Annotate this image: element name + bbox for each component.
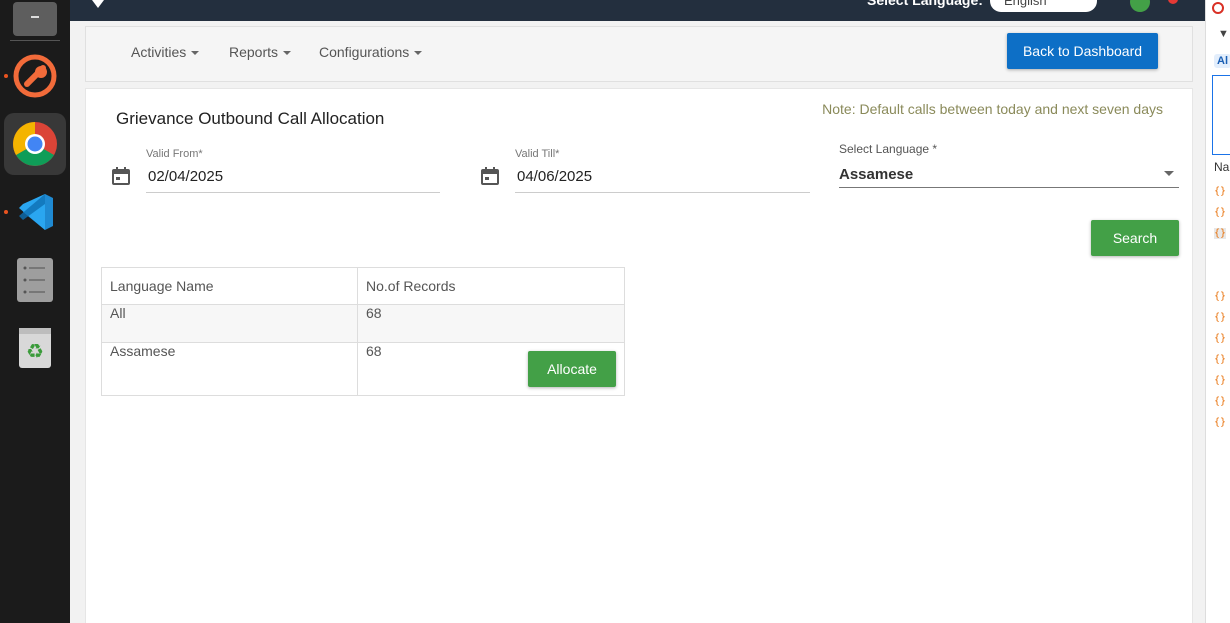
request-item-icon[interactable]: {} [1214,396,1226,407]
chrome-app-icon[interactable] [4,113,66,175]
allocation-card: Grievance Outbound Call Allocation Note:… [85,88,1193,623]
chevron-down-icon [283,51,292,56]
column-header-records: No.of Records [357,267,625,305]
language-select[interactable]: Assamese [839,166,913,183]
calendar-icon[interactable] [480,166,500,186]
table-row: Assamese 68 Allocate [101,342,625,396]
table-row: All 68 [101,304,625,343]
devtools-column-name: Na [1214,160,1230,174]
records-cell: 68 [357,304,625,343]
valid-till-input[interactable]: 04/06/2025 [517,168,592,185]
request-item-icon[interactable]: {} [1214,333,1226,344]
table-header-row: Language Name No.of Records [101,267,625,305]
select-language-label: Select Language * [839,142,938,156]
files-app-icon[interactable] [4,249,66,311]
dock-separator [10,40,60,41]
power-icon[interactable] [1168,0,1178,4]
nav-reports-label: Reports [229,44,279,60]
records-cell: 68 Allocate [357,342,625,396]
request-item-icon[interactable]: {} [1214,375,1226,386]
devtools-panel: ▼ Al Na {} {} {} {} {} {} {} {} {} {} [1205,0,1230,623]
language-cell: Assamese [101,342,358,396]
request-item-icon[interactable]: {} [1214,312,1226,323]
request-item-icon[interactable]: {} [1214,207,1226,218]
language-select-underline [839,187,1179,188]
calendar-icon[interactable] [111,166,131,186]
language-label: Select Language: [867,0,983,8]
search-button[interactable]: Search [1091,220,1179,256]
back-to-dashboard-button[interactable]: Back to Dashboard [1007,33,1158,69]
allocate-button[interactable]: Allocate [528,351,616,387]
date-range-note: Note: Default calls between today and ne… [822,101,1163,117]
language-dropdown[interactable]: English [990,0,1097,12]
valid-from-input[interactable]: 02/04/2025 [148,168,223,185]
vscode-app-icon[interactable] [4,181,66,243]
request-item-icon[interactable]: {} [1214,228,1227,239]
trash-icon[interactable]: ♻ [4,317,66,379]
postman-app-icon[interactable] [4,45,66,107]
nav-activities-label: Activities [131,44,187,60]
nav-configurations-menu[interactable]: Configurations [319,44,423,60]
main-navbar: Activities Reports Configurations Back t… [85,26,1193,82]
nav-reports-menu[interactable]: Reports [229,44,292,60]
request-item-icon[interactable]: {} [1214,186,1226,197]
status-indicator-icon [1130,0,1150,12]
records-table: Language Name No.of Records All 68 Assam… [101,267,625,396]
request-item-icon[interactable]: {} [1214,291,1226,302]
valid-from-underline [146,192,440,193]
chevron-down-icon [414,51,423,56]
page-title: Grievance Outbound Call Allocation [116,109,385,128]
valid-till-underline [515,192,810,193]
devtools-timeline [1212,75,1230,155]
column-header-language: Language Name [101,267,358,305]
valid-from-label: Valid From* [146,148,203,160]
app-logo-icon [92,0,104,8]
valid-till-label: Valid Till* [515,148,560,160]
language-cell: All [101,304,358,343]
nav-activities-menu[interactable]: Activities [131,44,200,60]
request-item-icon[interactable]: {} [1214,417,1226,428]
records-value: 68 [366,343,382,359]
filter-icon[interactable]: ▼ [1218,28,1229,40]
chevron-down-icon [191,51,200,56]
svg-text:♻: ♻ [26,339,44,363]
nav-configurations-label: Configurations [319,44,410,60]
request-item-icon[interactable]: {} [1214,354,1226,365]
chevron-down-icon[interactable] [1164,171,1174,176]
devtools-tab-all[interactable]: Al [1214,54,1230,68]
os-dock: ♻ [0,0,70,623]
app-header: Select Language: English [70,0,1205,21]
record-icon[interactable] [1212,2,1224,14]
terminal-app-icon[interactable] [4,0,66,50]
